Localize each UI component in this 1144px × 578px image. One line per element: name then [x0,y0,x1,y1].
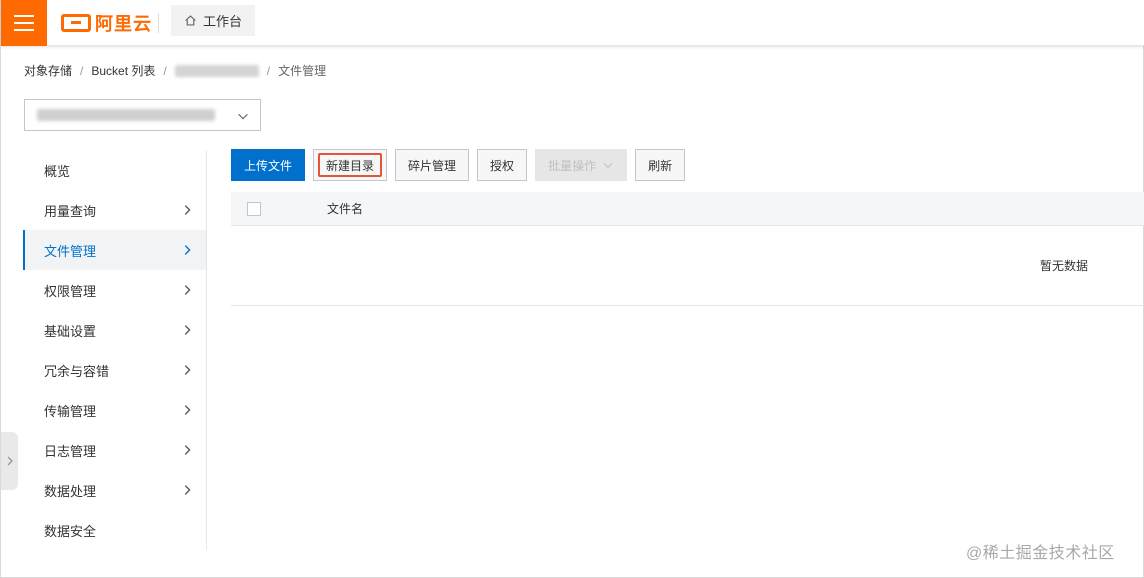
breadcrumb-file-management: 文件管理 [278,64,327,78]
sidebar-item-permission-management[interactable]: 权限管理 [23,270,206,310]
breadcrumb: 对象存储 / Bucket 列表 / / 文件管理 [24,62,326,79]
new-directory-button[interactable]: 新建目录 [313,149,388,181]
select-all-checkbox[interactable] [247,201,261,216]
table-empty-state: 暂无数据 [231,226,1144,306]
sidebar-item-label: 用量查询 [44,203,97,219]
brand-name: 阿里云 [95,14,152,34]
hamburger-icon-line [14,29,34,31]
sidebar-item-transfer-management[interactable]: 传输管理 [23,390,206,430]
breadcrumb-separator: / [163,63,167,78]
sidebar-item-data-processing[interactable]: 数据处理 [23,470,206,510]
breadcrumb-separator: / [266,63,271,78]
batch-operation-button[interactable]: 批量操作 [535,149,628,181]
workbench-button[interactable]: 工作台 [171,5,256,36]
chevron-right-icon [184,245,191,255]
workbench-label: 工作台 [203,14,243,29]
file-table: 文件名 暂无数据 [231,192,1144,306]
sidebar-item-basic-settings[interactable]: 基础设置 [23,310,206,350]
sidebar-item-data-security[interactable]: 数据安全 [23,510,206,550]
sidebar-item-label: 冗余与容错 [44,363,110,379]
aliyun-logo[interactable]: 阿里云 [61,10,152,36]
chevron-down-icon [603,163,613,169]
hamburger-icon-line [14,22,34,24]
sidebar-item-usage-query[interactable]: 用量查询 [23,190,206,230]
watermark: @稀土掘金技术社区 [966,545,1115,562]
hamburger-menu-button[interactable] [1,0,47,46]
aliyun-logo-icon [61,14,91,32]
sidebar-item-file-management[interactable]: 文件管理 [23,230,206,270]
upload-file-button[interactable]: 上传文件 [231,149,306,181]
breadcrumb-oss[interactable]: 对象存储 [24,62,72,79]
chevron-right-icon [184,285,191,295]
home-icon [185,15,196,26]
chevron-right-icon [184,325,191,335]
bucket-select[interactable] [24,99,261,131]
chevron-down-icon [238,113,248,120]
breadcrumb-bucket-name-redacted[interactable] [174,64,259,77]
sidebar-item-label: 日志管理 [44,443,97,459]
sidebar-item-label: 传输管理 [44,403,97,419]
breadcrumb-bucket-list[interactable]: Bucket 列表 [91,62,155,79]
batch-operation-label: 批量操作 [548,158,597,173]
sidebar-item-overview[interactable]: 概览 [23,150,206,190]
sidebar-item-redundancy-fault-tolerance[interactable]: 冗余与容错 [23,350,206,390]
top-bar: 阿里云 工作台 [1,0,1144,46]
refresh-button[interactable]: 刷新 [635,149,686,181]
sidebar-item-label: 数据处理 [44,483,97,499]
chevron-right-icon [184,485,191,495]
column-header-file-name[interactable]: 文件名 [327,200,363,217]
chevron-right-icon [184,445,191,455]
chevron-right-icon [7,456,13,466]
sidebar-collapse-handle[interactable] [1,432,18,490]
bucket-select-value-redacted [37,109,215,121]
sidebar-item-label: 概览 [44,163,71,179]
file-toolbar: 上传文件 新建目录 碎片管理 授权 批量操作 刷新 [231,149,686,181]
chevron-right-icon [184,205,191,215]
authorize-button[interactable]: 授权 [477,149,528,181]
table-header: 文件名 [231,192,1144,226]
chevron-right-icon [184,365,191,375]
fragment-management-button[interactable]: 碎片管理 [395,149,470,181]
sidebar-item-label: 文件管理 [44,243,97,259]
chevron-right-icon [184,405,191,415]
app-frame: 阿里云 工作台 对象存储 / Bucket 列表 / / 文件管理 概览 用量查… [0,0,1144,578]
empty-state-text: 暂无数据 [1040,259,1089,273]
header-divider [158,13,159,33]
sidebar-item-label: 数据安全 [44,523,97,539]
sidebar-item-log-management[interactable]: 日志管理 [23,430,206,470]
sidebar-item-label: 权限管理 [44,283,97,299]
sidebar-item-label: 基础设置 [44,323,97,339]
hamburger-icon-line [14,15,34,17]
sidebar-nav: 概览 用量查询 文件管理 权限管理 基础设置 冗余与容错 传输管理 日志管理 数… [23,150,207,550]
breadcrumb-separator: / [80,63,84,78]
